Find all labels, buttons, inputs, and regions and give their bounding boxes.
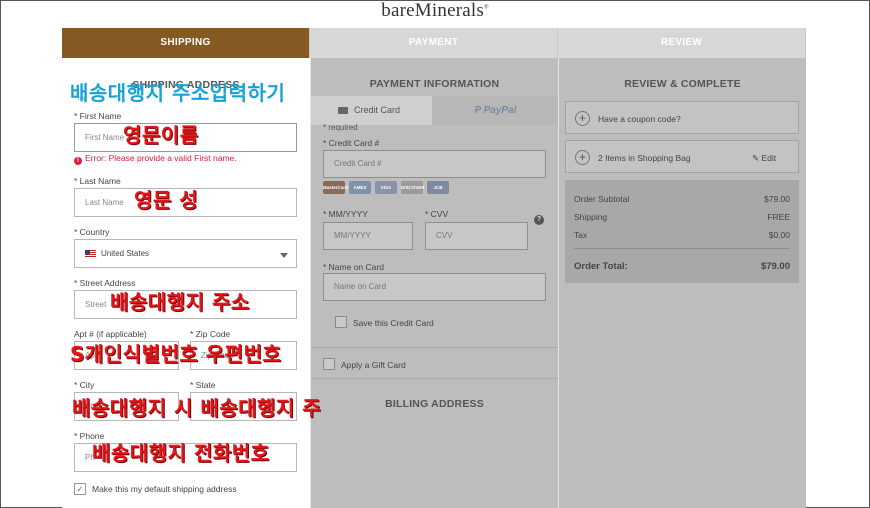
annotation-first-name: 영문이름 <box>123 123 199 147</box>
gift-card-label: Apply a Gift Card <box>341 360 406 370</box>
summary-divider <box>574 248 790 249</box>
step-payment[interactable]: PAYMENT <box>310 28 558 58</box>
exp-input[interactable]: MM/YYYY <box>323 222 413 250</box>
city-label: * City <box>74 380 95 390</box>
zip-label: * Zip Code <box>190 329 231 339</box>
review-column: REVIEW & COMPLETE + Have a coupon code? … <box>558 58 806 508</box>
mastercard-icon: MasterCard <box>323 181 348 194</box>
default-address-checkbox[interactable]: ✓ <box>74 483 86 495</box>
first-name-error: ! Error: Please provide a valid First nam… <box>74 153 237 165</box>
annotation-apt-zip: S개인식별번호 우편번호 <box>70 342 282 366</box>
country-value: United States <box>101 249 150 258</box>
shipping-label: Shipping <box>574 212 608 222</box>
divider <box>311 378 559 379</box>
billing-section-title: BILLING ADDRESS <box>385 398 484 410</box>
bag-row[interactable]: + 2 Items in Shopping Bag ✎ Edit <box>565 140 799 173</box>
checkout-steps: SHIPPING PAYMENT REVIEW <box>62 28 806 65</box>
brand-logo[interactable]: bareMinerals® <box>0 0 870 22</box>
chevron-down-icon <box>280 253 288 258</box>
cc-number-label: * Credit Card # <box>323 138 380 148</box>
save-card-checkbox[interactable] <box>335 316 347 328</box>
visa-icon: VISA <box>375 181 397 194</box>
total-value: $79.00 <box>760 261 790 272</box>
order-summary: Order Subtotal $79.00 Shipping FREE Tax $0.… <box>565 180 799 283</box>
annotation-city-state: 배송대행지 시 배송대행지 주 <box>72 396 322 420</box>
first-name-label: * First Name <box>74 111 122 121</box>
default-address-label: Make this my default shipping address <box>92 484 237 494</box>
tab-paypal-label: PayPal <box>483 105 517 116</box>
last-name-label: * Last Name <box>74 176 121 186</box>
jcb-icon: JCB <box>427 181 449 194</box>
total-label: Order Total: <box>574 261 628 272</box>
payment-required-note: * required <box>323 123 358 132</box>
annotation-last-name: 영문 성 <box>134 188 199 212</box>
country-label: * Country <box>74 227 110 237</box>
phone-label: * Phone <box>74 431 105 441</box>
annotation-street: 배송대행지 주소 <box>110 290 250 314</box>
error-icon: ! <box>74 157 82 165</box>
plus-icon: + <box>575 111 590 126</box>
exp-label: * MM/YYYY <box>323 209 368 219</box>
bag-label: 2 Items in Shopping Bag <box>598 153 691 163</box>
tax-label: Tax <box>574 230 588 240</box>
summary-row: Shipping FREE <box>574 212 790 224</box>
payment-tabs: Credit Card P PayPal <box>311 96 559 125</box>
first-name-error-text: Error: Please provide a valid First name… <box>85 153 237 163</box>
tab-credit-card-label: Credit Card <box>354 105 401 115</box>
total-row: Order Total: $79.00 <box>574 261 790 273</box>
coupon-row[interactable]: + Have a coupon code? <box>565 101 799 134</box>
cvv-label: * CVV <box>425 209 449 219</box>
credit-card-icon <box>338 107 348 114</box>
step-review[interactable]: REVIEW <box>558 28 806 58</box>
cvv-input[interactable]: CVV <box>425 222 528 250</box>
tab-credit-card[interactable]: Credit Card <box>311 96 432 125</box>
payment-column: PAYMENT INFORMATION Credit Card P PayPal… <box>310 58 559 508</box>
us-flag-icon <box>85 250 96 257</box>
logo-text: bareMinerals <box>381 0 484 21</box>
step-shipping[interactable]: SHIPPING <box>62 28 310 65</box>
subtotal-value: $79.00 <box>764 194 790 204</box>
apt-label: Apt # (if applicable) <box>74 329 147 339</box>
help-icon[interactable]: ? <box>534 215 544 225</box>
review-section-title: REVIEW & COMPLETE <box>624 78 741 90</box>
summary-row: Order Subtotal $79.00 <box>574 194 790 206</box>
street-label: * Street Address <box>74 278 136 288</box>
gift-card-checkbox[interactable] <box>323 358 335 370</box>
name-on-card-label: * Name on Card <box>323 262 384 272</box>
edit-label: Edit <box>761 153 777 163</box>
coupon-label: Have a coupon code? <box>598 114 681 124</box>
country-select[interactable]: United States <box>74 239 297 268</box>
summary-row: Tax $0.00 <box>574 230 790 242</box>
annotation-title: 배송대행지 주소입력하기 <box>70 81 286 105</box>
tax-value: $0.00 <box>768 230 790 240</box>
discover-icon: DISCOVER <box>401 181 425 194</box>
subtotal-label: Order Subtotal <box>574 194 630 204</box>
tab-paypal[interactable]: P PayPal <box>432 96 559 125</box>
divider <box>311 347 559 348</box>
edit-link[interactable]: ✎ Edit <box>752 153 776 164</box>
cc-number-input[interactable]: Credit Card # <box>323 150 546 178</box>
annotation-phone: 배송대행지 전화번호 <box>92 441 270 465</box>
state-label: * State <box>190 380 216 390</box>
name-on-card-input[interactable]: Name on Card <box>323 273 546 301</box>
logo-mark: ® <box>483 4 489 11</box>
card-logos: MasterCard AMEX VISA DISCOVER JCB <box>323 181 449 194</box>
shipping-value: FREE <box>767 212 790 222</box>
amex-icon: AMEX <box>349 181 371 194</box>
plus-icon: + <box>575 150 590 165</box>
check-icon: ✓ <box>76 484 84 494</box>
payment-section-title: PAYMENT INFORMATION <box>369 78 500 90</box>
save-card-label: Save this Credit Card <box>353 318 434 328</box>
paypal-icon: P <box>474 105 484 116</box>
